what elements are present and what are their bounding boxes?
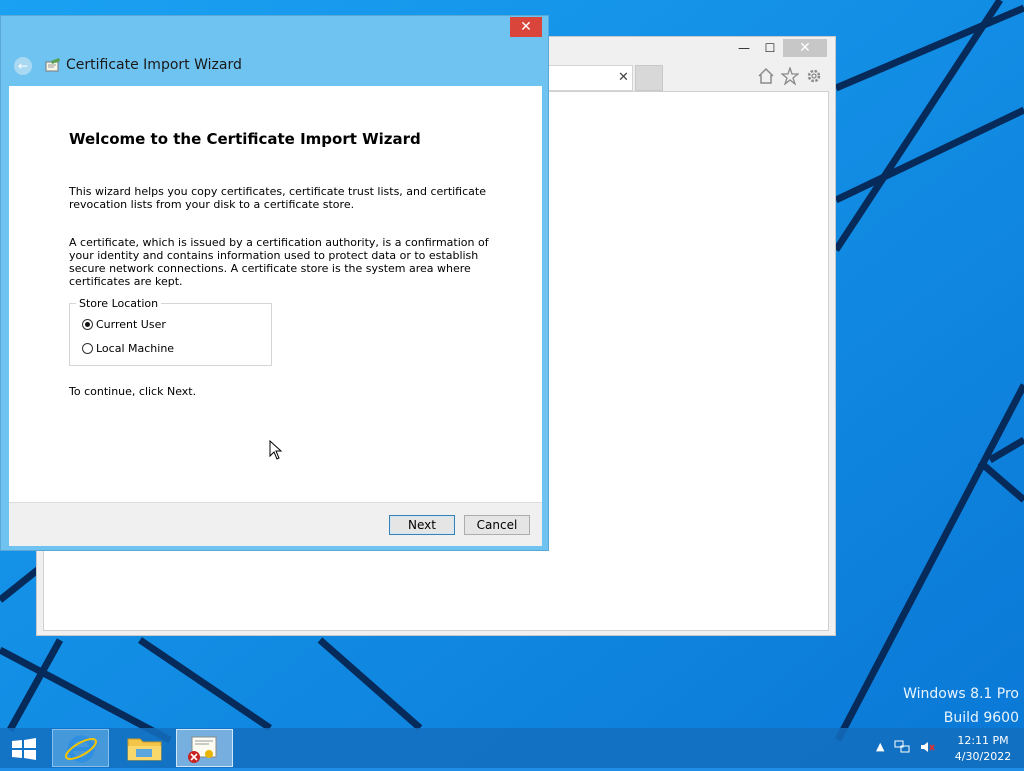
certificate-import-wizard-dialog: ✕ ← Certificate Import Wizard Welcome to…: [0, 15, 549, 551]
new-tab-button[interactable]: [635, 65, 663, 91]
current-user-radio[interactable]: [82, 319, 93, 330]
settings-gear-icon[interactable]: [805, 67, 823, 85]
dialog-title: Certificate Import Wizard: [66, 57, 242, 73]
wizard-footer: Next Cancel: [9, 502, 542, 546]
browser-toolbar-icons: [757, 67, 823, 85]
taskbar-internet-explorer[interactable]: [52, 729, 109, 767]
wizard-certificate-info: A certificate, which is issued by a cert…: [69, 236, 489, 288]
browser-title-buttons: — ☐ ✕: [731, 39, 827, 57]
tab-close-icon[interactable]: ✕: [618, 70, 629, 85]
browser-close-button[interactable]: ✕: [783, 39, 827, 57]
volume-muted-icon[interactable]: [920, 740, 936, 754]
local-machine-option[interactable]: Local Machine: [82, 342, 174, 355]
local-machine-radio[interactable]: [82, 343, 93, 354]
store-location-legend: Store Location: [76, 297, 162, 310]
taskbar: ▲ 12:11 PM 4/30/2022: [0, 728, 1024, 768]
taskbar-certificate-wizard[interactable]: [176, 729, 233, 767]
watermark-build: Build 9600: [943, 710, 1019, 726]
local-machine-label[interactable]: Local Machine: [96, 342, 174, 355]
current-user-label[interactable]: Current User: [96, 318, 166, 331]
maximize-button[interactable]: ☐: [757, 39, 783, 57]
wizard-heading: Welcome to the Certificate Import Wizard: [69, 130, 421, 148]
windows-start-icon[interactable]: [10, 738, 38, 760]
cancel-button[interactable]: Cancel: [464, 515, 530, 535]
back-arrow-icon[interactable]: ←: [14, 57, 32, 75]
clock-time: 12:11 PM: [957, 734, 1009, 747]
system-tray: ▲: [876, 740, 936, 754]
show-hidden-icons-arrow[interactable]: ▲: [876, 740, 884, 754]
internet-explorer-icon: [64, 735, 98, 763]
home-icon[interactable]: [757, 67, 775, 85]
favorites-star-icon[interactable]: [781, 67, 799, 85]
clock-date: 4/30/2022: [954, 750, 1012, 763]
windows-version-watermark: Windows 8.1 Pro Build 9600: [903, 682, 1019, 730]
next-button[interactable]: Next: [389, 515, 455, 535]
mouse-pointer-icon: [269, 440, 283, 460]
wizard-body: Welcome to the Certificate Import Wizard…: [9, 86, 542, 502]
network-icon[interactable]: [894, 740, 910, 754]
taskbar-clock[interactable]: 12:11 PM 4/30/2022: [950, 733, 1016, 765]
wizard-description: This wizard helps you copy certificates,…: [69, 185, 486, 211]
continue-instruction: To continue, click Next.: [69, 385, 197, 398]
minimize-button[interactable]: —: [731, 39, 757, 57]
folder-icon: [127, 738, 162, 761]
taskbar-file-explorer[interactable]: [116, 729, 173, 767]
dialog-close-button[interactable]: ✕: [510, 17, 542, 37]
store-location-group: Store Location Current User Local Machin…: [69, 297, 272, 366]
current-user-option[interactable]: Current User: [82, 318, 166, 331]
watermark-edition: Windows 8.1 Pro: [903, 686, 1019, 702]
certificate-wizard-icon: [45, 58, 60, 72]
certificate-icon: [188, 736, 217, 763]
